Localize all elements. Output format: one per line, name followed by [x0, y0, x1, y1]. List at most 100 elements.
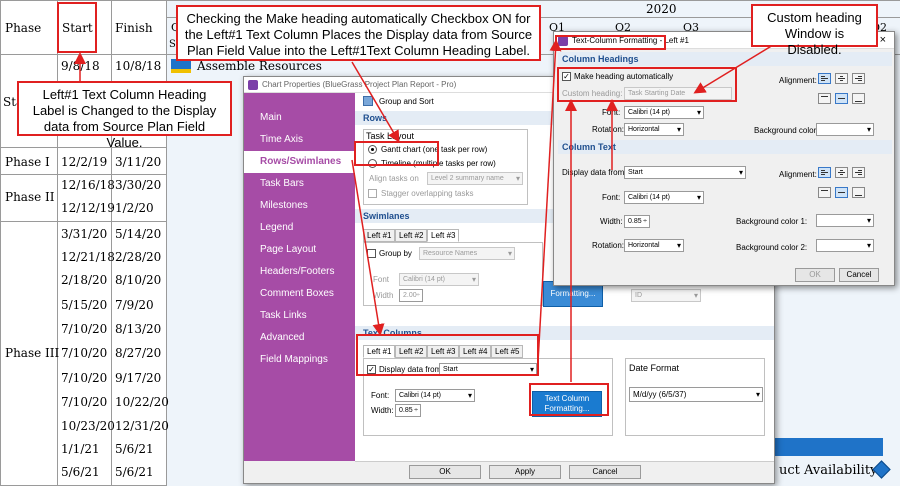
align-tasks-label: Align tasks on — [369, 174, 419, 183]
sidebar: Main Time Axis Rows/Swimlanes Task Bars … — [244, 93, 355, 461]
sidebar-item-time-axis[interactable]: Time Axis — [244, 129, 355, 151]
close-icon[interactable]: × — [880, 32, 886, 49]
group-sort-icon — [363, 96, 373, 106]
sidebar-item-comment-boxes[interactable]: Comment Boxes — [244, 283, 355, 305]
finish-cell: 3/11/20 — [115, 155, 162, 169]
text-width-input[interactable]: 0.85 — [624, 215, 650, 228]
align-left-icon[interactable] — [818, 167, 831, 178]
heading-rotation-label: Rotation: — [592, 125, 625, 134]
start-cell: 9/8/18 — [61, 59, 100, 73]
tcf-cancel-button[interactable]: Cancel — [839, 268, 879, 282]
text-rotation-select[interactable]: Horizontal — [624, 239, 684, 252]
swim-font-select[interactable]: Calibri (14 pt) — [399, 273, 479, 286]
apply-button[interactable]: Apply — [489, 465, 561, 479]
task-label: uct Availability — [779, 463, 878, 478]
stagger-checkbox[interactable] — [368, 189, 377, 198]
text-font-select[interactable]: Calibri (14 pt) — [624, 191, 704, 204]
rows-swimlanes-highlight — [354, 141, 439, 166]
group-by-checkbox[interactable] — [367, 249, 376, 258]
sidebar-item-headers-footers[interactable]: Headers/Footers — [244, 261, 355, 283]
text-font-select[interactable]: Calibri (14 pt) — [395, 389, 475, 402]
start-cell: 12/2/19 — [61, 155, 108, 169]
bg-color1-select[interactable] — [816, 214, 874, 227]
phase-label: Phase I — [5, 155, 50, 169]
text-font-label: Font: — [371, 391, 390, 400]
app-icon — [248, 80, 258, 90]
bg-color2-select[interactable] — [816, 239, 874, 252]
bg-color2-label: Background color 2: — [736, 243, 808, 252]
swim-tab-left2[interactable]: Left #2 — [395, 229, 428, 242]
swim-id-select[interactable]: ID — [631, 289, 701, 302]
year-2020: 2020 — [646, 2, 677, 16]
start-cell: 12/12/19 — [61, 201, 115, 215]
start-cell: 12/16/18 — [61, 178, 115, 192]
heading-alignment-label: Alignment: — [779, 76, 817, 85]
align-tasks-select[interactable]: Level 2 summary name — [427, 172, 523, 185]
text-col-button-highlight — [529, 383, 609, 416]
phase-header: Phase — [5, 21, 42, 35]
sidebar-item-rows-swimlanes[interactable]: Rows/Swimlanes — [244, 151, 355, 173]
finish-cell: 2/28/20 — [115, 250, 162, 264]
start-cell: 7/10/20 — [61, 371, 108, 385]
start-cell: 7/10/20 — [61, 322, 108, 336]
right-callout: Custom heading Window is Disabled. — [751, 4, 878, 57]
finish-cell: 9/17/20 — [115, 371, 162, 385]
valign-top-icon[interactable] — [818, 93, 831, 104]
date-format-label: Date Format — [629, 363, 680, 373]
group-sort-label[interactable]: Group and Sort — [379, 97, 434, 106]
sidebar-item-milestones[interactable]: Milestones — [244, 195, 355, 217]
swim-width-input[interactable]: 2.00 — [399, 289, 423, 302]
heading-font-label: Font: — [602, 108, 621, 117]
group-by-select[interactable]: Resource Names — [419, 247, 515, 260]
align-center-icon[interactable] — [835, 73, 848, 84]
sidebar-item-field-mappings[interactable]: Field Mappings — [244, 349, 355, 371]
sidebar-item-legend[interactable]: Legend — [244, 217, 355, 239]
swim-font-label: Font — [373, 275, 390, 284]
align-right-icon[interactable] — [852, 73, 865, 84]
tcf-ok-button[interactable]: OK — [795, 268, 835, 282]
sidebar-item-task-bars[interactable]: Task Bars — [244, 173, 355, 195]
valign-bottom-icon[interactable] — [852, 93, 865, 104]
start-cell: 5/15/20 — [61, 298, 108, 312]
valign-middle-icon[interactable] — [835, 93, 848, 104]
swimlanes-section-header: Swimlanes — [363, 211, 410, 221]
start-cell: 7/10/20 — [61, 395, 108, 409]
task-layout-label: Task Layout — [366, 131, 415, 141]
finish-cell: 7/9/20 — [115, 298, 154, 312]
cancel-button[interactable]: Cancel — [569, 465, 641, 479]
chart-dialog-title: Chart Properties (BlueGrass Project Plan… — [262, 80, 457, 89]
heading-rotation-select[interactable]: Horizontal — [624, 123, 684, 136]
align-right-icon[interactable] — [852, 167, 865, 178]
text-display-data-select[interactable]: Start — [624, 166, 746, 179]
text-width-input[interactable]: 0.85 — [395, 404, 421, 417]
valign-top-icon[interactable] — [818, 187, 831, 198]
task-bar[interactable] — [771, 438, 883, 456]
swim-tab-left1[interactable]: Left #1 — [363, 229, 396, 242]
finish-cell: 8/27/20 — [115, 346, 162, 360]
align-center-icon[interactable] — [835, 167, 848, 178]
sidebar-item-page-layout[interactable]: Page Layout — [244, 239, 355, 261]
text-width-label: Width: — [371, 406, 394, 415]
tcf-title-highlight — [555, 35, 666, 50]
align-left-icon[interactable] — [818, 73, 831, 84]
heading-bg-color-select[interactable] — [816, 123, 874, 136]
sidebar-item-advanced[interactable]: Advanced — [244, 327, 355, 349]
heading-bg-color-label: Background color: — [754, 126, 819, 135]
swim-tab-left3[interactable]: Left #3 — [427, 229, 460, 242]
text-rotation-label: Rotation: — [592, 241, 625, 250]
finish-cell: 1/2/20 — [115, 201, 154, 215]
date-format-select[interactable]: M/d/yy (6/5/37) — [629, 387, 763, 402]
task-bar[interactable] — [171, 59, 191, 73]
sidebar-item-main[interactable]: Main — [244, 107, 355, 129]
heading-font-select[interactable]: Calibri (14 pt) — [624, 106, 704, 119]
valign-bottom-icon[interactable] — [852, 187, 865, 198]
ok-button[interactable]: OK — [409, 465, 481, 479]
start-cell: 12/21/18 — [61, 250, 115, 264]
swim-width-label: Width — [373, 291, 394, 300]
sidebar-item-task-links[interactable]: Task Links — [244, 305, 355, 327]
finish-cell: 5/6/21 — [115, 442, 154, 456]
valign-middle-icon[interactable] — [835, 187, 848, 198]
start-cell: 7/10/20 — [61, 346, 108, 360]
finish-cell: 10/22/20 — [115, 395, 169, 409]
task-label: Assemble Resources — [197, 59, 322, 73]
